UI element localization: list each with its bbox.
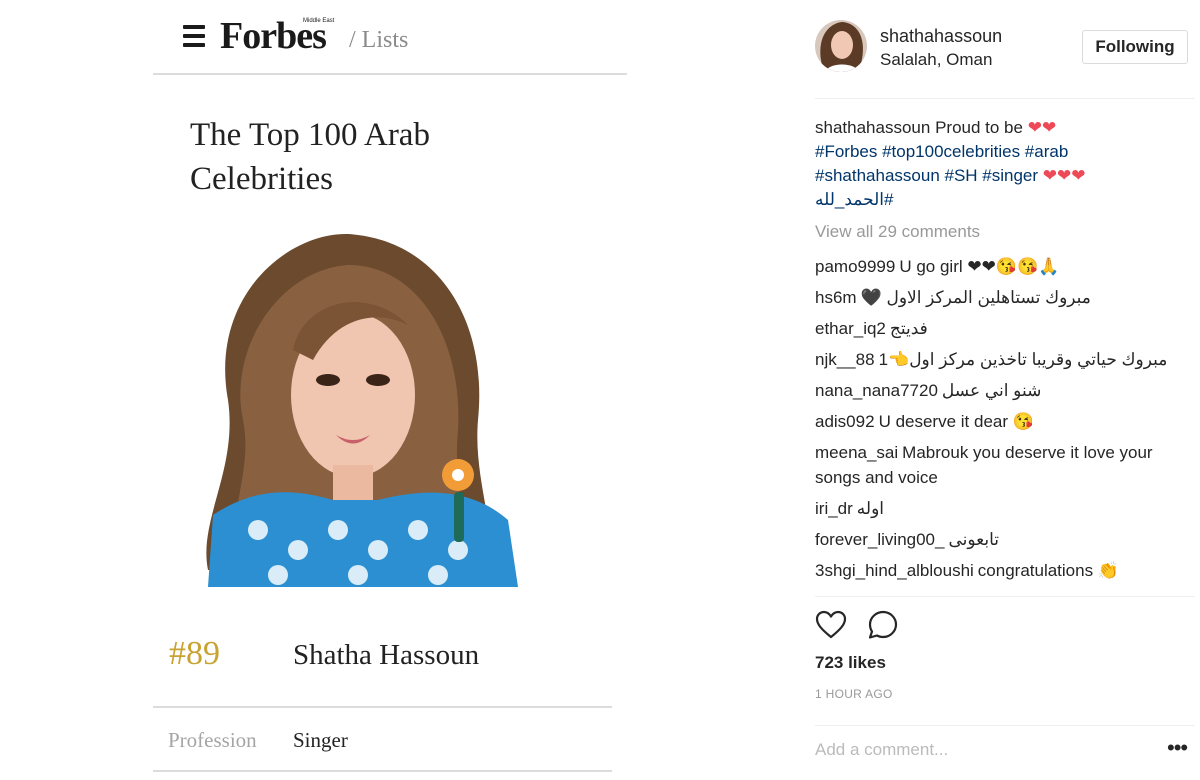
comment-item: meena_sai Mabrouk you deserve it love you…: [815, 440, 1190, 490]
comment-item: forever_living00_ تابعونى: [815, 527, 1190, 552]
comment-item: ethar_iq2 فديتج: [815, 316, 1190, 341]
profession-value: Singer: [293, 728, 348, 752]
comment-item: pamo9999 U go girl ❤❤😘😘🙏: [815, 254, 1190, 279]
comment-username[interactable]: meena_sai: [815, 443, 898, 462]
add-comment-bar: •••: [815, 725, 1195, 780]
comment-username[interactable]: forever_living00_: [815, 530, 944, 549]
comment-item: njk__88 مبروك حياتي وقريبا تاخذين مركز او…: [815, 347, 1190, 372]
list-title: The Top 100 Arab Celebrities: [190, 117, 430, 197]
add-comment-input[interactable]: [815, 738, 1145, 762]
comment-text: مبروك حياتي وقريبا تاخذين مركز اول👈1: [878, 350, 1168, 369]
comment-list: pamo9999 U go girl ❤❤😘😘🙏 hs6m مبروك تستاهل…: [815, 254, 1190, 594]
comment-text: مبروك تستاهلين المركز الاول 🖤: [860, 288, 1091, 307]
post-timestamp[interactable]: 1 HOUR AGO: [815, 687, 893, 701]
comment-username[interactable]: 3shgi_hind_albloushi: [815, 561, 974, 580]
forbes-edition: Middle East: [303, 18, 335, 24]
following-button[interactable]: Following: [1082, 30, 1188, 64]
comment-item: adis092 U deserve it dear 😘: [815, 409, 1190, 434]
forbes-list-image: Forbes Middle East / Lists The Top 100 A…: [0, 0, 800, 779]
heart-outline-icon[interactable]: [815, 609, 847, 641]
profession-row: Profession Singer: [153, 708, 612, 772]
speech-bubble-icon[interactable]: [867, 609, 899, 641]
comment-text: شنو اني عسل: [941, 381, 1042, 400]
comment-item: hs6m مبروك تستاهلين المركز الاول 🖤: [815, 285, 1190, 310]
comment-item: 3shgi_hind_albloushi congratulations 👏: [815, 558, 1190, 583]
comment-username[interactable]: njk__88: [815, 350, 875, 369]
caption-hashtags[interactable]: #Forbes #top100celebrities #arab #shatha…: [815, 142, 1068, 185]
forbes-section: / Lists: [349, 27, 409, 53]
caption-hashtag-arabic[interactable]: #الحمد_لله: [815, 190, 893, 209]
likes-count[interactable]: 723 likes: [815, 653, 886, 673]
comment-text: U go girl ❤❤😘😘🙏: [899, 257, 1060, 276]
caption-text: Proud to be: [935, 118, 1023, 137]
forbes-header: Forbes Middle East / Lists: [153, 0, 627, 75]
comment-username[interactable]: nana_nana7720: [815, 381, 938, 400]
comment-item: nana_nana7720 شنو اني عسل: [815, 378, 1190, 403]
comment-text: U deserve it dear 😘: [878, 412, 1034, 431]
celebrity-portrait: [168, 230, 523, 587]
comment-username[interactable]: adis092: [815, 412, 875, 431]
instagram-post-panel: shathahassoun Salalah, Oman Following sh…: [815, 0, 1200, 779]
post-actions: 723 likes 1 HOUR AGO: [815, 596, 1195, 701]
comment-text: فديتج: [889, 319, 928, 338]
comment-text: تابعونى: [948, 530, 999, 549]
post-username[interactable]: shathahassoun: [880, 26, 1002, 47]
heart-emoji-icon: ❤❤: [1027, 118, 1057, 137]
post-location[interactable]: Salalah, Oman: [880, 50, 992, 70]
hamburger-menu-icon: [183, 25, 205, 47]
rank-row: #89 Shatha Hassoun: [153, 620, 612, 708]
rank-number: #89: [169, 635, 220, 672]
comment-username[interactable]: hs6m: [815, 288, 857, 307]
comment-text: اوله: [856, 499, 885, 518]
ellipsis-icon[interactable]: •••: [1167, 737, 1188, 759]
post-caption: shathahassoun Proud to be ❤❤ #Forbes #to…: [815, 116, 1190, 212]
post-header: shathahassoun Salalah, Oman Following: [815, 0, 1195, 99]
comment-username[interactable]: ethar_iq2: [815, 319, 886, 338]
heart-emoji-icon: ❤❤❤: [1042, 166, 1086, 185]
caption-username[interactable]: shathahassoun: [815, 118, 930, 137]
comment-username[interactable]: pamo9999: [815, 257, 895, 276]
avatar[interactable]: [815, 20, 867, 72]
comment-text: congratulations 👏: [977, 561, 1119, 580]
profession-label: Profession: [168, 728, 257, 752]
view-all-comments-link[interactable]: View all 29 comments: [815, 222, 980, 242]
celebrity-name: Shatha Hassoun: [293, 639, 480, 671]
comment-username[interactable]: iri_dr: [815, 499, 853, 518]
comment-item: iri_dr اوله: [815, 496, 1190, 521]
